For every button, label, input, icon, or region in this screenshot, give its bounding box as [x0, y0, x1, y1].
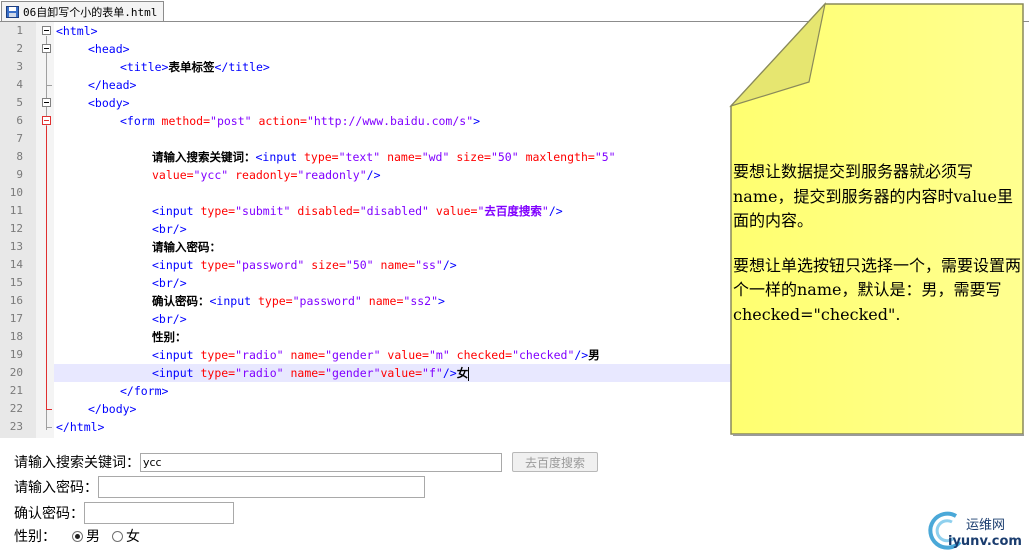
line-number: 10 — [9, 186, 23, 199]
line-number: 3 — [16, 60, 23, 73]
line-number: 4 — [16, 78, 23, 91]
gender-label: 性别： — [14, 529, 56, 545]
code-line: <br/> — [152, 312, 187, 326]
password-label: 请输入密码： — [14, 480, 98, 496]
note-paragraph: 要想让数据提交到服务器就必须写name，提交到服务器的内容时value里面的内容… — [733, 162, 1013, 230]
code-line: 请输入搜索关键词：<input type="text" name="wd" si… — [152, 150, 616, 164]
code-line: </head> — [88, 78, 137, 92]
gender-row: 性别： 男 女 — [14, 524, 140, 548]
confirm-password-row: 确认密码： — [14, 501, 234, 525]
line-number: 22 — [9, 402, 23, 415]
confirm-password-input[interactable] — [84, 502, 234, 524]
line-number: 1 — [16, 24, 23, 37]
code-line: <html> — [56, 24, 98, 38]
search-submit-button[interactable]: 去百度搜索 — [512, 452, 599, 472]
code-line: <form method="post" action="http://www.b… — [120, 114, 481, 128]
fold-toggle-icon[interactable] — [42, 98, 51, 107]
code-line: 性别： — [152, 330, 187, 344]
password-row: 请输入密码： — [14, 475, 425, 499]
code-line: <input type="submit" disabled="disabled"… — [152, 204, 563, 218]
line-number: 6 — [16, 114, 23, 127]
line-number: 2 — [16, 42, 23, 55]
line-number: 11 — [9, 204, 23, 217]
note-paragraph: 要想让单选按钮只选择一个，需要设置两个一样的name，默认是：男，需要写chec… — [733, 255, 1022, 324]
line-number: 12 — [9, 222, 23, 235]
line-number: 5 — [16, 96, 23, 109]
fold-toggle-icon[interactable] — [42, 116, 51, 125]
code-line: <head> — [88, 42, 130, 56]
code-line: value="ycc" readonly="readonly"/> — [152, 168, 381, 182]
code-line: <body> — [88, 96, 130, 110]
code-line: </form> — [120, 384, 169, 398]
gender-female-label: 女 — [126, 529, 140, 545]
fold-toggle-icon[interactable] — [42, 26, 51, 35]
gender-female-radio[interactable] — [112, 530, 123, 542]
code-line: <input type="password" size="50" name="s… — [152, 258, 457, 272]
code-line-current: <input type="radio" name="gender"value="… — [152, 366, 470, 381]
line-number: 19 — [9, 348, 23, 361]
line-number: 20 — [9, 366, 23, 379]
search-label: 请输入搜索关键词： — [14, 455, 140, 471]
save-file-icon — [6, 5, 19, 18]
text-caret — [468, 366, 470, 381]
line-number: 7 — [16, 132, 23, 145]
code-line: <br/> — [152, 276, 187, 290]
fold-toggle-icon[interactable] — [42, 44, 51, 53]
fold-guide-line-active — [46, 126, 47, 410]
rendered-form: 请输入搜索关键词： 去百度搜索 请输入密码： 确认密码： 性别： 男 女 — [0, 438, 900, 557]
watermark-url: iyunv.com — [948, 534, 1022, 549]
sticky-note: 要想让数据提交到服务器就必须写name，提交到服务器的内容时value里面的内容… — [729, 2, 1026, 436]
line-number: 15 — [9, 276, 23, 289]
confirm-password-label: 确认密码： — [14, 506, 84, 522]
line-number: 16 — [9, 294, 23, 307]
file-tab-label: 06自卸写个小的表单.html — [23, 5, 158, 19]
watermark-name: 运维网 — [966, 518, 1006, 533]
site-watermark: 运维网 iyunv.com — [926, 508, 1026, 556]
file-tab[interactable]: 06自卸写个小的表单.html — [1, 1, 165, 21]
code-line: 确认密码：<input type="password" name="ss2"> — [152, 294, 445, 308]
code-line: </body> — [88, 402, 137, 416]
password-input[interactable] — [98, 476, 425, 498]
fold-end-mark — [46, 409, 52, 410]
code-line: <input type="radio" name="gender" value=… — [152, 348, 600, 362]
fold-end-mark — [46, 427, 52, 428]
fold-end-mark — [46, 85, 52, 86]
code-line: <title>表单标签</title> — [120, 60, 270, 74]
line-number: 8 — [16, 150, 23, 163]
gender-male-label: 男 — [86, 529, 100, 545]
code-line: 请输入密码： — [152, 240, 221, 254]
line-number: 13 — [9, 240, 23, 253]
search-input[interactable] — [140, 452, 502, 472]
line-number: 9 — [16, 168, 23, 181]
line-number: 14 — [9, 258, 23, 271]
line-number: 17 — [9, 312, 23, 325]
line-number: 21 — [9, 384, 23, 397]
line-number: 23 — [9, 420, 23, 433]
line-number: 18 — [9, 330, 23, 343]
code-line: </html> — [56, 420, 105, 434]
code-editor[interactable]: 1 2 3 4 5 6 7 8 9 10 11 12 13 14 15 16 1… — [0, 22, 794, 438]
gender-male-radio[interactable] — [72, 530, 83, 542]
code-line: <br/> — [152, 222, 187, 236]
note-text: 要想让数据提交到服务器就必须写name，提交到服务器的内容时value里面的内容… — [733, 160, 1023, 327]
search-row: 请输入搜索关键词： 去百度搜索 — [14, 450, 599, 474]
